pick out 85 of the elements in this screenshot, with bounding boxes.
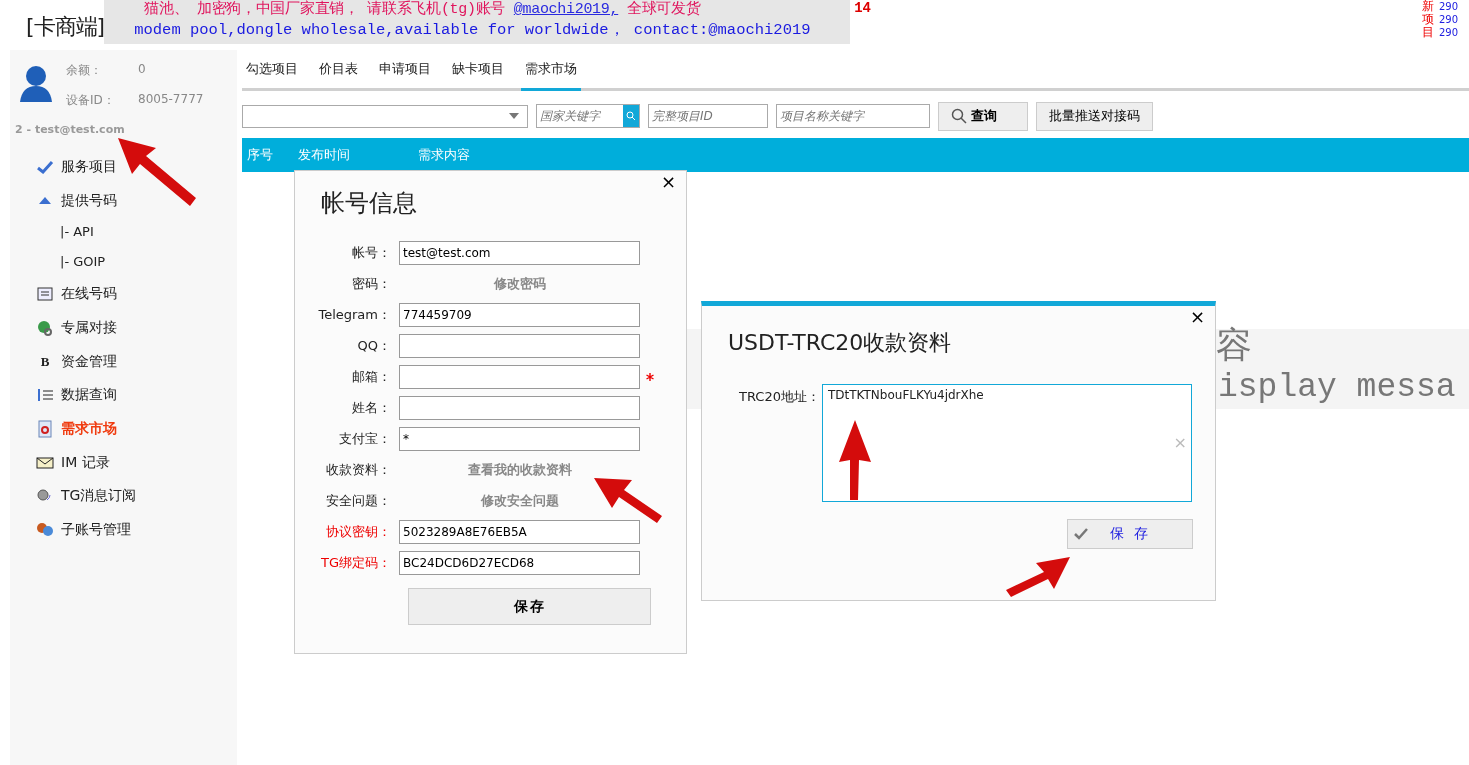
close-button[interactable]: × <box>660 171 676 192</box>
input-field[interactable]: 774459709 <box>399 302 640 327</box>
push-button[interactable]: 批量推送对接码 <box>1036 101 1153 131</box>
sidebar-item[interactable]: 需求市场 <box>10 412 237 446</box>
field-label: 密码： <box>351 274 392 293</box>
new-projects-label: 新项目 <box>1422 0 1434 40</box>
close-button[interactable]: × <box>1189 306 1205 327</box>
message-text: isplay messa <box>1218 369 1456 408</box>
field-label: 邮箱： <box>351 367 392 386</box>
field-label: TG绑定码： <box>320 553 392 572</box>
address-field[interactable]: TDtTKTNbouFLKYu4jdrXhe × <box>822 384 1192 502</box>
dropdown[interactable] <box>242 104 528 128</box>
input-field[interactable]: BC24DCD6D27ECD68 <box>399 550 640 575</box>
field-label: 帐号： <box>351 243 392 262</box>
input-field[interactable] <box>399 395 640 420</box>
country-search-field[interactable]: 国家关键字 <box>537 105 623 127</box>
users-icon <box>36 522 54 539</box>
tab[interactable]: 勾选项目 <box>242 60 302 91</box>
sidebar-item[interactable]: 专属对接 <box>10 311 237 345</box>
device-id-value: 8005-7777 <box>138 92 204 108</box>
caret-icon <box>509 113 519 119</box>
tab[interactable]: 申请项目 <box>375 60 435 91</box>
bold-icon: B <box>36 353 54 370</box>
input-field[interactable] <box>399 333 640 358</box>
input-field[interactable]: 5023289A8E76EB5A <box>399 519 640 544</box>
column-header: 发布时间 <box>298 146 351 164</box>
search-button[interactable]: 查询 <box>938 101 1028 131</box>
annotation-arrow <box>1006 557 1070 597</box>
tab[interactable]: 需求市场 <box>521 60 581 91</box>
ad-link[interactable]: @maochi2019, <box>513 1 619 18</box>
device-id-label: 设备ID： <box>66 92 116 109</box>
sidebar-subitem[interactable]: |- GOIP <box>10 247 237 278</box>
search-button[interactable] <box>623 105 639 127</box>
annotation-arrow <box>594 478 664 524</box>
field-label: QQ： <box>356 336 392 355</box>
field-label: 收款资料： <box>325 460 392 479</box>
field-label: 支付宝： <box>338 429 392 448</box>
project-count: 290 <box>1439 13 1459 26</box>
sidebar-item[interactable]: IM 记录 <box>10 445 237 480</box>
list-icon <box>36 287 54 302</box>
dialog-title: 帐号信息 <box>321 188 418 219</box>
country-search-field[interactable]: 国家关键字 <box>536 104 640 128</box>
field-label: 姓名： <box>351 398 392 417</box>
project-id-field[interactable]: 完整项目ID <box>648 104 768 128</box>
numbered-list-icon <box>36 388 54 403</box>
ad-text: modem pool,dongle wholesale,available for worldwide， contact:@maochi2019 <box>134 20 812 40</box>
document-icon <box>36 419 54 438</box>
tab[interactable]: 缺卡项目 <box>448 60 508 91</box>
sidebar-item[interactable]: 数据查询 <box>10 378 237 413</box>
save-button[interactable]: 保 存 <box>1067 519 1193 549</box>
avatar-icon <box>18 64 54 104</box>
input-field[interactable] <box>399 364 640 389</box>
ad-text: 猫池、 加密狗，中国厂家直销， 请联系飞机(tg)账号 <box>144 1 507 18</box>
search-icon <box>951 108 967 124</box>
logo: [卡商端] <box>26 13 105 41</box>
field-label: TRC20地址： <box>738 388 821 406</box>
sidebar-item[interactable]: TG消息订阅 <box>10 479 237 514</box>
column-header: 序号 <box>247 146 274 164</box>
balance-value: 0 <box>138 62 146 78</box>
sidebar-item[interactable]: 子账号管理 <box>10 513 237 547</box>
input-field[interactable]: * <box>399 426 640 451</box>
dialog-title: USDT-TRC20收款资料 <box>728 329 953 357</box>
field-label: 安全问题： <box>325 491 392 510</box>
sidebar-subitem[interactable]: |- API <box>10 217 237 248</box>
sidebar-item[interactable]: B 资金管理 <box>10 344 237 379</box>
sidebar-item[interactable]: 在线号码 <box>10 277 237 312</box>
checkmark-icon <box>1074 528 1088 540</box>
ad-text: 全球可发货 <box>625 1 701 18</box>
project-name-field[interactable]: 项目名称关键字 <box>776 104 930 128</box>
save-button[interactable]: 保存 <box>408 588 651 625</box>
globe-icon <box>36 319 54 336</box>
checkmark-icon <box>36 159 54 174</box>
envelope-icon <box>36 455 54 470</box>
balance-label: 余额： <box>66 62 103 79</box>
sidebar-item[interactable]: 提供号码 <box>10 183 237 218</box>
tab[interactable]: 价目表 <box>315 60 362 91</box>
project-count: 290 <box>1439 0 1459 13</box>
field-label: Telegram： <box>317 305 392 324</box>
sidebar-item[interactable]: 服务项目 <box>10 150 237 184</box>
field-label: 协议密钥： <box>325 522 392 541</box>
project-count: 290 <box>1439 26 1459 39</box>
account-text: 2 - test@test.com <box>15 123 126 136</box>
input-field[interactable]: test@test.com <box>399 240 640 265</box>
column-header: 需求内容 <box>418 146 470 164</box>
search-icon <box>626 111 636 121</box>
